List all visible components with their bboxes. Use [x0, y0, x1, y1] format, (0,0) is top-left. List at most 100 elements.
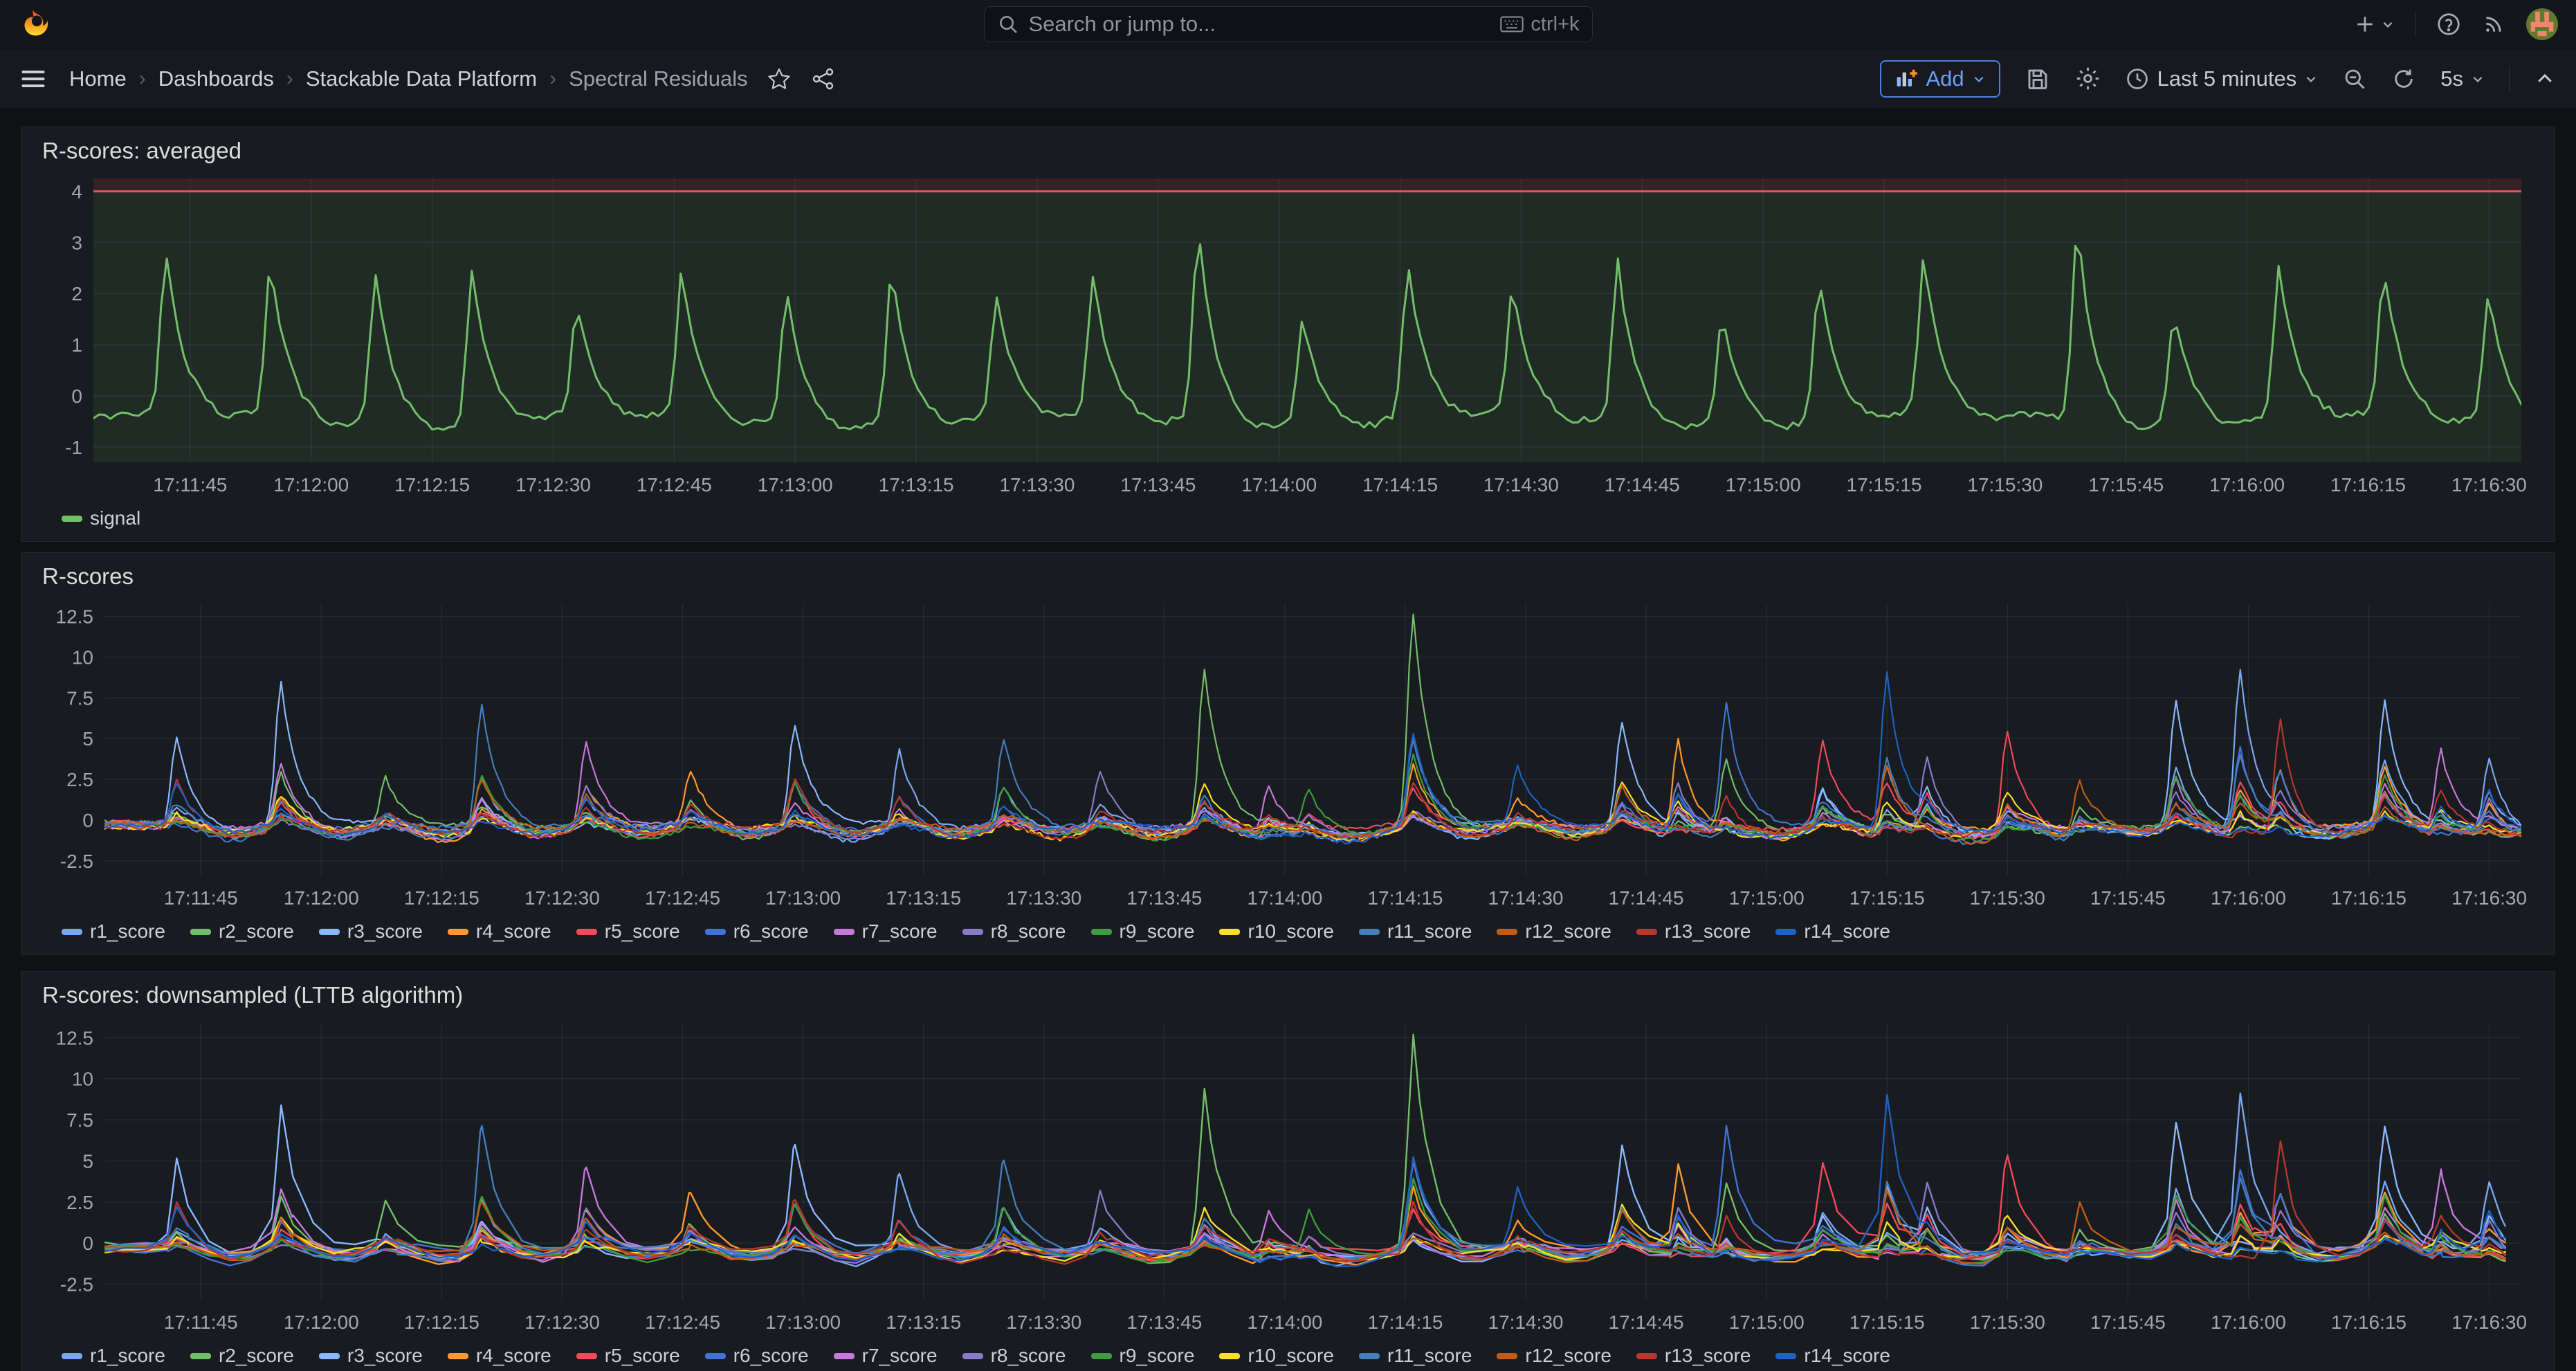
- legend-item-r8_score[interactable]: r8_score: [962, 920, 1066, 943]
- legend-item-r4_score[interactable]: r4_score: [448, 1345, 551, 1367]
- svg-text:17:12:00: 17:12:00: [284, 887, 359, 909]
- legend-item-r5_score[interactable]: r5_score: [576, 920, 680, 943]
- series-label: r5_score: [605, 920, 680, 943]
- legend-item-r11_score[interactable]: r11_score: [1359, 1345, 1472, 1367]
- breadcrumb: Home › Dashboards › Stackable Data Platf…: [69, 66, 748, 91]
- legend-item-r6_score[interactable]: r6_score: [705, 1345, 809, 1367]
- legend-item-r2_score[interactable]: r2_score: [190, 920, 294, 943]
- legend-item-r3_score[interactable]: r3_score: [319, 920, 423, 943]
- legend-item-r1_score[interactable]: r1_score: [62, 920, 165, 943]
- panel-title[interactable]: R-scores: downsampled (LTTB algorithm): [38, 981, 2538, 1015]
- refresh-interval-picker[interactable]: 5s: [2440, 66, 2484, 91]
- search-input[interactable]: [1029, 12, 1491, 37]
- svg-text:17:14:30: 17:14:30: [1483, 474, 1559, 496]
- legend-item-r11_score[interactable]: r11_score: [1359, 920, 1472, 943]
- add-button[interactable]: Add: [1880, 60, 2000, 98]
- legend-item-r12_score[interactable]: r12_score: [1497, 1345, 1611, 1367]
- svg-text:17:14:15: 17:14:15: [1362, 474, 1438, 496]
- svg-text:17:15:45: 17:15:45: [2090, 1311, 2166, 1333]
- breadcrumb-home[interactable]: Home: [69, 66, 127, 91]
- svg-text:17:12:45: 17:12:45: [645, 1311, 720, 1333]
- legend-item-r9_score[interactable]: r9_score: [1091, 920, 1195, 943]
- legend-item-r5_score[interactable]: r5_score: [576, 1345, 680, 1367]
- gear-icon[interactable]: [2075, 66, 2101, 91]
- breadcrumb-dashboards[interactable]: Dashboards: [158, 66, 274, 91]
- star-icon[interactable]: [767, 67, 791, 91]
- time-range-picker[interactable]: Last 5 minutes: [2126, 66, 2318, 91]
- legend-item-r10_score[interactable]: r10_score: [1219, 920, 1334, 943]
- avatar[interactable]: [2526, 8, 2558, 40]
- search-shortcut: ctrl+k: [1500, 13, 1579, 36]
- series-label: r11_score: [1387, 1345, 1472, 1367]
- series-color-swatch: [1497, 1353, 1517, 1359]
- share-icon[interactable]: [812, 67, 835, 91]
- svg-text:17:15:00: 17:15:00: [1729, 887, 1805, 909]
- panel-title[interactable]: R-scores: [38, 563, 2538, 596]
- legend-item-r4_score[interactable]: r4_score: [448, 920, 551, 943]
- legend-item-r10_score[interactable]: r10_score: [1219, 1345, 1334, 1367]
- search-icon: [997, 13, 1019, 35]
- save-icon[interactable]: [2025, 66, 2050, 91]
- svg-text:17:12:45: 17:12:45: [645, 887, 720, 909]
- svg-text:17:13:45: 17:13:45: [1120, 474, 1196, 496]
- svg-text:17:15:30: 17:15:30: [1970, 887, 2045, 909]
- legend-item-r13_score[interactable]: r13_score: [1636, 920, 1751, 943]
- svg-text:0: 0: [82, 810, 93, 831]
- series-label: r5_score: [605, 1345, 680, 1367]
- chart-area: 12.5107.552.50-2.517:11:4517:12:0017:12:…: [38, 1015, 2538, 1338]
- svg-text:17:15:15: 17:15:15: [1849, 887, 1925, 909]
- zoom-out-icon[interactable]: [2342, 66, 2367, 91]
- timeseries-chart-averaged[interactable]: 43210-117:11:4517:12:0017:12:1517:12:301…: [38, 170, 2538, 501]
- svg-text:17:16:00: 17:16:00: [2211, 1311, 2286, 1333]
- svg-text:17:14:45: 17:14:45: [1609, 1311, 1684, 1333]
- panel-title[interactable]: R-scores: averaged: [38, 137, 2538, 170]
- help-icon[interactable]: [2436, 12, 2461, 37]
- series-color-swatch: [62, 929, 82, 935]
- series-color-swatch: [448, 929, 468, 935]
- svg-text:17:14:45: 17:14:45: [1609, 887, 1684, 909]
- legend-item-r12_score[interactable]: r12_score: [1497, 920, 1611, 943]
- breadcrumb-separator: ›: [139, 67, 146, 91]
- refresh-icon[interactable]: [2392, 67, 2415, 91]
- legend-item-r2_score[interactable]: r2_score: [190, 1345, 294, 1367]
- legend-item-r14_score[interactable]: r14_score: [1775, 920, 1890, 943]
- timeseries-chart-rscores[interactable]: 12.5107.552.50-2.517:11:4517:12:0017:12:…: [38, 596, 2538, 914]
- chart-legend: signal: [38, 501, 2538, 536]
- svg-text:17:12:15: 17:12:15: [404, 887, 479, 909]
- grafana-logo[interactable]: [18, 9, 48, 39]
- svg-text:17:13:45: 17:13:45: [1126, 1311, 1202, 1333]
- svg-text:17:13:00: 17:13:00: [758, 474, 833, 496]
- search-box[interactable]: ctrl+k: [984, 6, 1593, 42]
- series-label: r8_score: [991, 920, 1066, 943]
- legend-item-r9_score[interactable]: r9_score: [1091, 1345, 1195, 1367]
- svg-text:17:15:00: 17:15:00: [1729, 1311, 1805, 1333]
- svg-text:17:14:00: 17:14:00: [1247, 887, 1322, 909]
- svg-text:17:12:15: 17:12:15: [404, 1311, 479, 1333]
- news-icon[interactable]: [2482, 12, 2505, 36]
- series-color-swatch: [1497, 929, 1517, 935]
- breadcrumb-folder[interactable]: Stackable Data Platform: [306, 66, 537, 91]
- clock-icon: [2126, 67, 2149, 91]
- legend-item-r6_score[interactable]: r6_score: [705, 920, 809, 943]
- svg-text:-2.5: -2.5: [60, 1273, 93, 1295]
- svg-text:5: 5: [82, 728, 93, 750]
- legend-item-r7_score[interactable]: r7_score: [834, 1345, 938, 1367]
- menu-icon[interactable]: [21, 69, 46, 89]
- svg-text:17:14:00: 17:14:00: [1241, 474, 1317, 496]
- svg-text:17:15:30: 17:15:30: [1970, 1311, 2045, 1333]
- legend-item-r1_score[interactable]: r1_score: [62, 1345, 165, 1367]
- legend-item-r13_score[interactable]: r13_score: [1636, 1345, 1751, 1367]
- legend-item-signal[interactable]: signal: [62, 507, 140, 529]
- legend-item-r14_score[interactable]: r14_score: [1775, 1345, 1890, 1367]
- svg-text:-2.5: -2.5: [60, 851, 93, 872]
- series-color-swatch: [319, 1353, 340, 1359]
- legend-item-r8_score[interactable]: r8_score: [962, 1345, 1066, 1367]
- legend-item-r3_score[interactable]: r3_score: [319, 1345, 423, 1367]
- legend-item-r7_score[interactable]: r7_score: [834, 920, 938, 943]
- svg-text:17:14:30: 17:14:30: [1488, 887, 1564, 909]
- timeseries-chart-downsampled[interactable]: 12.5107.552.50-2.517:11:4517:12:0017:12:…: [38, 1015, 2538, 1338]
- svg-text:17:15:45: 17:15:45: [2090, 887, 2166, 909]
- svg-text:17:16:00: 17:16:00: [2211, 887, 2286, 909]
- new-dashboard-button[interactable]: [2354, 13, 2394, 35]
- caret-up-icon[interactable]: [2534, 69, 2555, 89]
